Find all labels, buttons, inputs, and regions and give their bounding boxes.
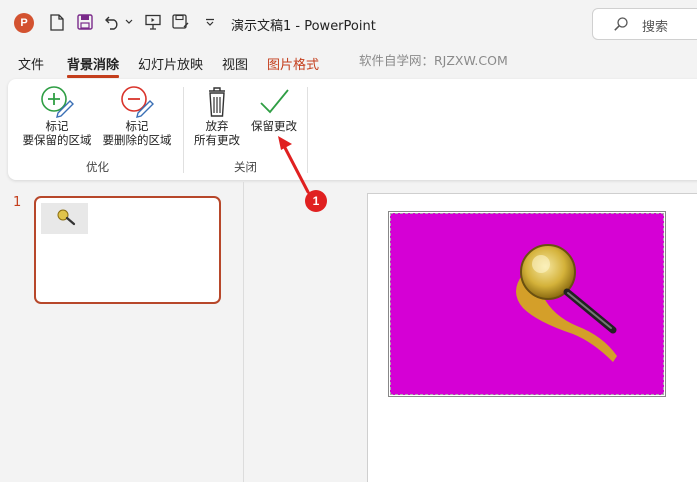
mark-remove-icon [121,86,154,118]
discard-label-1: 放弃 [205,119,229,133]
title-bar: P 演示文稿1 - PowerPoint 搜索 [0,0,697,46]
search-icon [613,16,629,35]
magnifier-thumb-icon [57,209,76,226]
save-as-icon[interactable] [172,13,190,31]
keep-changes-button[interactable]: 保留更改 [246,85,302,133]
mark-keep-icon [41,86,74,118]
selected-picture[interactable] [388,211,666,397]
annotation-badge: 1 [305,190,327,212]
tab-picture-format[interactable]: 图片格式 [267,54,319,73]
new-file-icon[interactable] [48,13,66,31]
trash-icon [209,87,225,117]
powerpoint-logo-icon: P [14,13,34,33]
mark-keep-label-2: 要保留的区域 [22,133,92,147]
annotation-arrow-icon [278,136,310,194]
presenter-icon[interactable] [144,13,162,31]
discard-changes-button[interactable]: 放弃 所有更改 [192,85,242,147]
tab-background-removal[interactable]: 背景消除 [67,54,120,78]
watermark-text: 软件自学网：RJZXW.COM [359,53,508,68]
panel-divider [243,182,244,482]
mark-remove-label-1: 标记 [125,119,149,133]
tab-file[interactable]: 文件 [18,54,44,73]
undo-icon[interactable] [104,13,122,31]
mark-remove-label-2: 要删除的区域 [102,133,172,147]
mark-keep-button[interactable]: 标记 要保留的区域 [20,85,94,147]
mark-remove-button[interactable]: 标记 要删除的区域 [100,85,174,147]
tab-view[interactable]: 视图 [222,54,248,73]
group-separator [183,87,184,173]
customize-qat-icon[interactable] [204,13,216,31]
group-label-refine: 优化 [86,160,109,174]
search-placeholder: 搜索 [642,20,669,35]
group-label-close: 关闭 [234,160,257,174]
thumbnail-picture [41,203,88,234]
search-input[interactable]: 搜索 [592,8,697,40]
keep-changes-label: 保留更改 [251,119,297,133]
checkmark-icon [260,89,289,114]
document-title: 演示文稿1 - PowerPoint [231,19,376,34]
slide-thumbnail[interactable] [34,196,221,304]
app-logo-text: P [20,17,28,29]
save-icon[interactable] [76,13,94,31]
tab-slideshow[interactable]: 幻灯片放映 [138,54,203,73]
undo-dropdown-icon[interactable] [124,13,134,31]
magnifier-image [516,244,617,362]
ribbon-panel: 标记 要保留的区域 标记 要删除的区域 优化 放弃 所有更改 保留更改 关闭 [8,79,697,180]
mark-keep-label-1: 标记 [45,119,69,133]
slide-number: 1 [13,195,22,210]
discard-label-2: 所有更改 [194,133,240,147]
ribbon-tabs: 文件 背景消除 幻灯片放映 视图 图片格式 [0,50,697,78]
